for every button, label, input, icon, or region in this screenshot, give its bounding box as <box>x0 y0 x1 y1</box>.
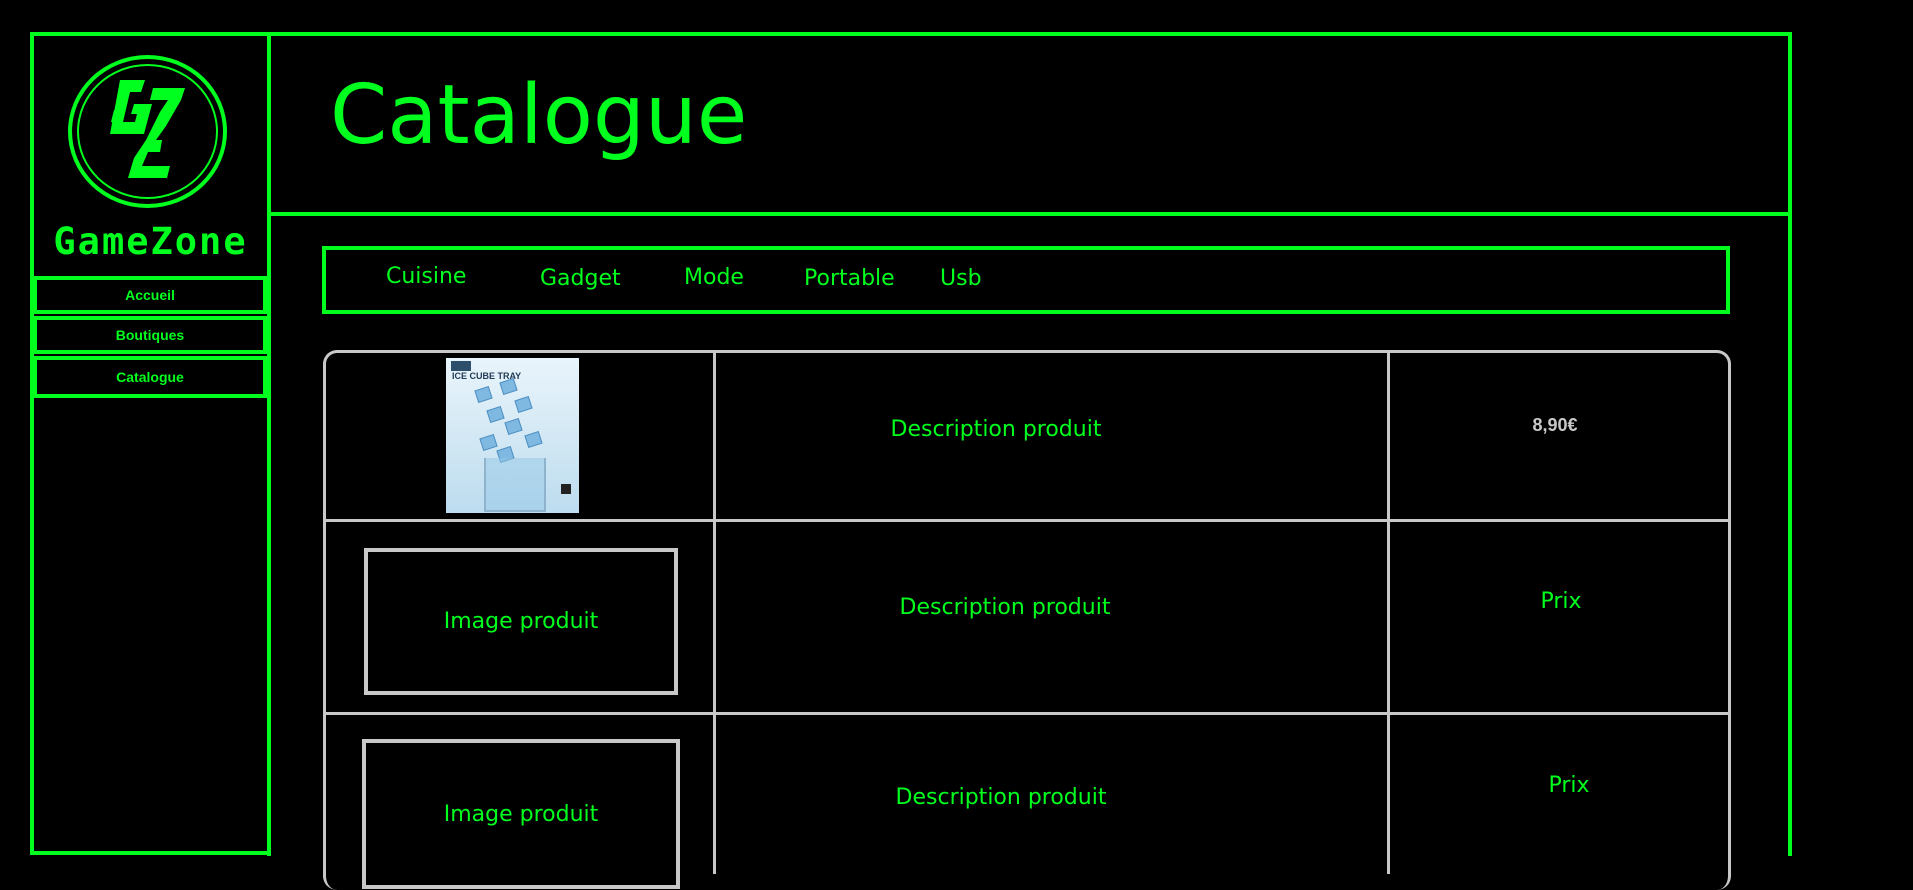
category-portable[interactable]: Portable <box>804 266 895 291</box>
brand-tag-icon <box>451 361 471 371</box>
category-usb[interactable]: Usb <box>940 266 982 291</box>
category-cuisine[interactable]: Cuisine <box>386 264 466 289</box>
product-price: Prix <box>1548 773 1590 798</box>
glass-icon <box>484 458 546 512</box>
logo-mark-icon <box>561 484 571 494</box>
table-divider <box>326 519 1731 522</box>
ice-cube-icon <box>514 396 533 413</box>
product-image-placeholder[interactable]: Image produit <box>362 739 680 889</box>
product-description: Description produit <box>899 595 1111 620</box>
table-divider <box>1387 350 1390 874</box>
product-description: Description produit <box>890 417 1102 442</box>
ice-cube-icon <box>479 434 498 451</box>
ice-cube-icon <box>504 418 523 435</box>
sidebar-item-boutiques[interactable]: Boutiques <box>33 316 267 354</box>
product-image-placeholder[interactable]: Image produit <box>364 548 678 695</box>
product-price: Prix <box>1540 589 1582 614</box>
sidebar-item-accueil[interactable]: Accueil <box>33 276 267 314</box>
category-mode[interactable]: Mode <box>684 265 744 290</box>
gamezone-logo-icon <box>110 80 185 178</box>
ice-cube-icon <box>486 406 505 423</box>
ice-cube-icon <box>524 431 543 448</box>
page-title: Catalogue <box>330 68 748 163</box>
category-bar <box>322 246 1730 314</box>
product-description: Description produit <box>895 785 1107 810</box>
category-gadget[interactable]: Gadget <box>540 266 621 291</box>
product-price: 8,90€ <box>1532 415 1578 435</box>
table-divider <box>326 712 1731 715</box>
brand-name: GameZone <box>53 220 248 263</box>
product-image-ice-cube-tray[interactable]: ICE CUBE TRAY <box>446 358 579 513</box>
sidebar-item-catalogue[interactable]: Catalogue <box>33 356 267 398</box>
ice-cube-icon <box>474 386 493 403</box>
